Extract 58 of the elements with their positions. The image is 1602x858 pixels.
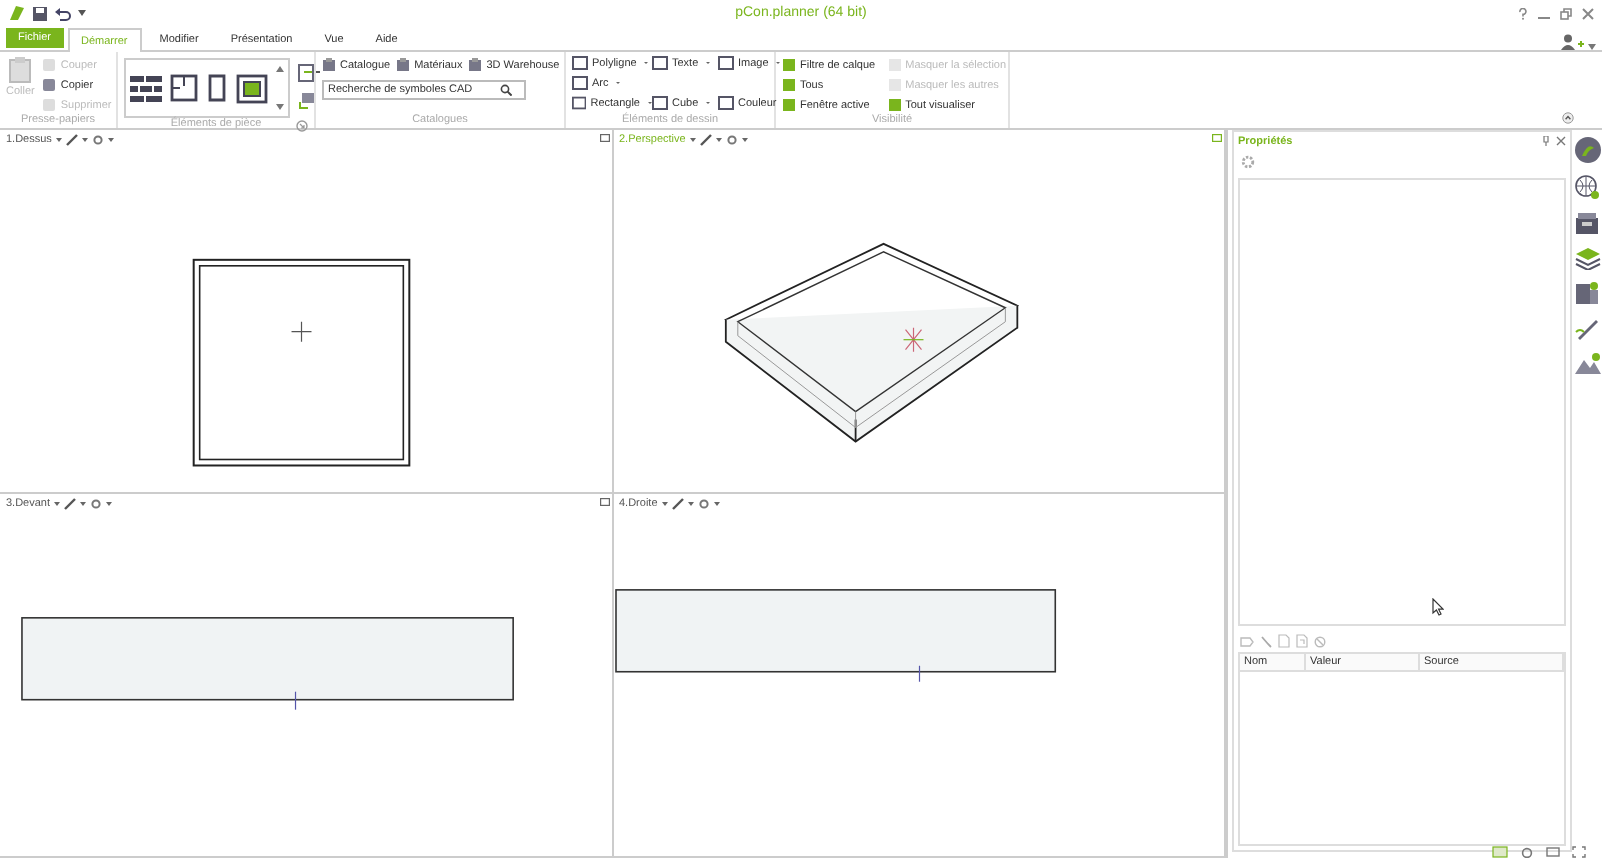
close-icon[interactable] <box>1582 7 1594 19</box>
globe-search-icon[interactable] <box>1573 174 1601 202</box>
caret-icon[interactable] <box>107 138 114 142</box>
transfer-icon[interactable] <box>298 92 316 110</box>
tool-icon <box>652 96 668 110</box>
layers-icon[interactable] <box>1573 246 1601 270</box>
catalog-box-icon[interactable] <box>1574 212 1600 236</box>
caret-icon[interactable] <box>689 138 696 142</box>
caret-icon[interactable] <box>661 502 668 506</box>
save-icon[interactable] <box>32 5 48 21</box>
active-viewport-icon <box>1212 134 1222 142</box>
caret-icon[interactable] <box>741 138 748 142</box>
search-icon[interactable] <box>500 84 512 96</box>
tool-icon <box>652 56 668 70</box>
building-icon[interactable] <box>1574 280 1600 306</box>
floor-icon[interactable] <box>236 73 268 103</box>
dialog-launcher-icon[interactable] <box>296 119 308 131</box>
room-element-gallery[interactable] <box>124 58 290 118</box>
caret-icon[interactable] <box>80 502 87 506</box>
pencil-icon[interactable] <box>65 134 78 146</box>
plant-icon[interactable] <box>1573 136 1601 164</box>
caret-icon[interactable] <box>715 138 722 142</box>
fullscreen-icon[interactable] <box>1572 845 1586 857</box>
tool-icon <box>718 96 734 110</box>
pencil-icon[interactable] <box>699 134 712 146</box>
box-icon <box>396 58 411 72</box>
screen-icon[interactable] <box>1546 845 1560 857</box>
close-icon[interactable] <box>1556 136 1566 146</box>
user-icon[interactable] <box>1560 34 1584 50</box>
caret-icon[interactable] <box>78 10 86 16</box>
clipboard-icon <box>8 56 33 84</box>
insert-icon[interactable] <box>298 64 322 82</box>
restore-icon[interactable] <box>1560 7 1572 19</box>
room-icon[interactable] <box>170 74 198 102</box>
terrain-icon[interactable] <box>1573 352 1601 376</box>
door-frame-icon[interactable] <box>206 74 228 102</box>
tool-icon <box>718 56 734 70</box>
pin-icon[interactable] <box>1542 136 1550 146</box>
maximize-icon[interactable] <box>599 498 609 506</box>
box-icon <box>322 58 336 72</box>
pencil-icon[interactable] <box>671 498 684 510</box>
pen-tool-icon[interactable] <box>1574 316 1600 342</box>
undo-icon[interactable] <box>54 5 72 21</box>
caret-icon[interactable] <box>55 138 62 142</box>
caret-icon[interactable] <box>106 502 113 506</box>
caret-icon[interactable] <box>713 502 720 506</box>
pencil-icon[interactable] <box>64 498 77 510</box>
caret-icon[interactable] <box>1588 44 1596 50</box>
mouse-cursor-icon <box>1432 598 1444 616</box>
caret-icon[interactable] <box>54 502 61 506</box>
help-icon[interactable] <box>1518 7 1528 19</box>
camera-icon[interactable] <box>1520 845 1534 857</box>
caret-icon[interactable] <box>687 502 694 506</box>
wall-icon[interactable] <box>130 75 162 101</box>
collapse-ribbon-icon[interactable] <box>1562 112 1574 124</box>
caret-icon[interactable] <box>81 138 88 142</box>
maximize-icon[interactable] <box>599 134 609 142</box>
box-icon <box>468 58 483 72</box>
